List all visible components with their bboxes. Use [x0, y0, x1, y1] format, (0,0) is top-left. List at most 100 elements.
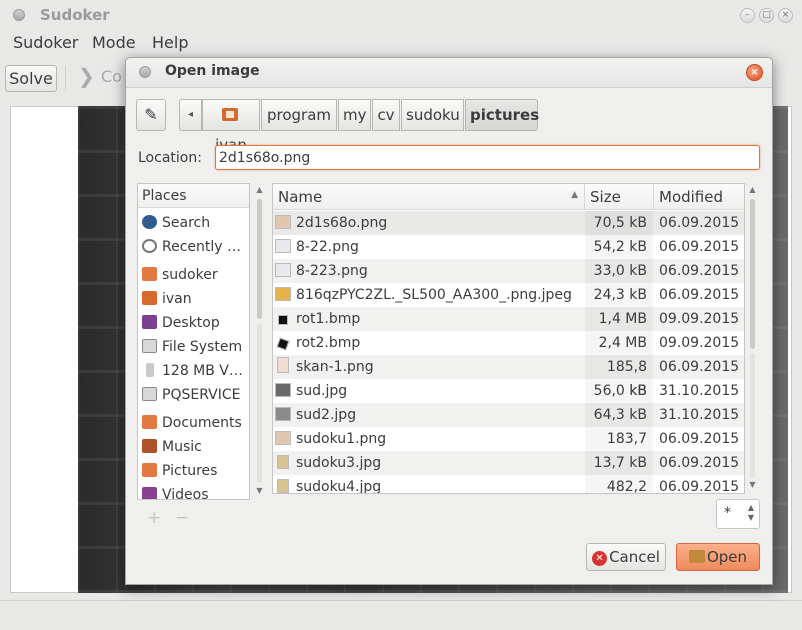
scroll-up-icon[interactable]: ▲: [746, 185, 759, 194]
menu-mode[interactable]: Mode: [92, 33, 136, 52]
window-icon: [13, 9, 25, 21]
documents-folder-icon: [142, 415, 157, 429]
dialog-window-icon: [139, 66, 151, 78]
edit-location-button[interactable]: ✎: [136, 99, 166, 131]
file-row[interactable]: sud.jpg 56,0 kB 31.10.2015: [273, 379, 744, 403]
file-list: Name ▲ Size Modified 2d1s68o.png 70,5 kB…: [272, 183, 745, 494]
path-crumb-sudoku[interactable]: sudoku: [401, 99, 464, 131]
cancel-icon: ✕: [592, 551, 608, 566]
dialog-close-icon[interactable]: ×: [746, 64, 763, 81]
path-crumb-my[interactable]: my: [338, 99, 371, 131]
music-folder-icon: [142, 439, 157, 453]
path-scroll-left-button[interactable]: ◂: [179, 99, 202, 131]
image-thumb-icon: [275, 215, 291, 229]
place-search[interactable]: Search: [138, 211, 249, 235]
videos-folder-icon: [142, 487, 157, 499]
place-sudoker[interactable]: sudoker: [138, 263, 249, 287]
file-row[interactable]: sud2.jpg 64,3 kB 31.10.2015: [273, 403, 744, 427]
menu-help[interactable]: Help: [152, 33, 188, 52]
image-thumb-icon: [277, 357, 289, 373]
place-recently-used[interactable]: Recently …: [138, 235, 249, 259]
file-row[interactable]: 8-223.png 33,0 kB 06.09.2015: [273, 259, 744, 283]
minimize-icon[interactable]: –: [740, 8, 755, 23]
place-music[interactable]: Music: [138, 435, 249, 459]
file-row[interactable]: rot1.bmp 1,4 MB 09.09.2015: [273, 307, 744, 331]
home-folder-icon: [142, 291, 157, 305]
path-crumb-pictures[interactable]: pictures: [465, 99, 539, 131]
image-thumb-icon: [275, 407, 291, 421]
add-place-icon[interactable]: +: [147, 508, 161, 528]
places-scrollbar[interactable]: ▲ ▼: [253, 183, 266, 500]
open-folder-icon: [688, 550, 705, 563]
image-thumb-icon: [275, 287, 291, 301]
image-thumb-icon: [277, 455, 289, 469]
location-input[interactable]: [215, 145, 760, 170]
place-file-system[interactable]: File System: [138, 335, 249, 359]
scroll-down-icon[interactable]: ▼: [253, 486, 266, 495]
sort-ascending-icon: ▲: [571, 190, 578, 200]
places-scroll-track[interactable]: [257, 323, 262, 483]
file-row[interactable]: sudoku3.jpg 13,7 kB 06.09.2015: [273, 451, 744, 475]
image-thumb-icon: [275, 431, 291, 445]
harddisk-icon: [142, 339, 157, 353]
files-scrollbar[interactable]: ▲ ▼: [746, 183, 759, 494]
pencil-icon: ✎: [144, 105, 158, 124]
chevron-right-icon[interactable]: ❯: [78, 64, 95, 88]
file-row[interactable]: 2d1s68o.png 70,5 kB 06.09.2015: [273, 211, 744, 235]
image-thumb-icon: [275, 239, 291, 253]
close-icon[interactable]: ×: [778, 8, 793, 23]
image-thumb-icon: [277, 479, 289, 493]
scroll-down-icon[interactable]: ▼: [746, 480, 759, 489]
files-scroll-track[interactable]: [750, 353, 755, 478]
place-pqservice[interactable]: PQSERVICE: [138, 383, 249, 407]
column-name-header[interactable]: Name ▲: [273, 184, 585, 210]
scroll-up-icon[interactable]: ▲: [253, 185, 266, 194]
image-thumb-icon: [276, 337, 290, 351]
continue-button-label[interactable]: Co: [101, 67, 122, 86]
path-crumb-cv[interactable]: cv: [372, 99, 400, 131]
file-row[interactable]: sudoku1.png 183,7 kB06.09.2015: [273, 427, 744, 471]
search-icon: [142, 215, 157, 229]
place-pictures[interactable]: Pictures: [138, 459, 249, 483]
place-usb-volume[interactable]: 128 MB V…: [138, 359, 249, 383]
solve-button[interactable]: Solve: [5, 65, 57, 92]
usb-drive-icon: [146, 363, 154, 377]
files-scroll-thumb[interactable]: [750, 199, 755, 349]
open-button[interactable]: Open: [676, 543, 760, 571]
column-modified-header[interactable]: Modified: [654, 184, 744, 210]
file-filter-select[interactable]: * ▲ ▼: [716, 499, 760, 529]
remove-place-icon[interactable]: −: [175, 508, 189, 528]
window-title: Sudoker: [40, 6, 110, 24]
updown-arrows-icon: ▲ ▼: [747, 503, 754, 522]
file-row[interactable]: 8-22.png 54,2 kB 06.09.2015: [273, 235, 744, 259]
place-ivan[interactable]: ivan: [138, 287, 249, 311]
main-titlebar: Sudoker – □ ×: [0, 0, 802, 30]
drive-icon: [142, 387, 157, 401]
toolbar-separator: [65, 66, 66, 91]
place-documents[interactable]: Documents: [138, 411, 249, 435]
places-scroll-thumb[interactable]: [257, 199, 262, 319]
clock-icon: [142, 239, 157, 253]
file-row[interactable]: 816qzPYC2ZL._SL500_AA300_.png.jpeg 24,3 …: [273, 283, 744, 307]
menu-sudoker[interactable]: Sudoker: [13, 33, 78, 52]
file-row[interactable]: sudoku4.jpg 482,2 kB06.09.2015: [273, 475, 744, 493]
cancel-button[interactable]: ✕ Cancel: [586, 543, 666, 571]
place-videos[interactable]: Videos: [138, 483, 249, 499]
places-header[interactable]: Places: [138, 184, 249, 208]
desktop-icon: [142, 315, 157, 329]
path-crumb-ivan[interactable]: ivan: [202, 99, 260, 154]
pictures-folder-icon: [142, 463, 157, 477]
image-thumb-icon: [275, 263, 291, 277]
column-size-header[interactable]: Size: [585, 184, 654, 210]
file-row[interactable]: skan-1.png 185,8 kB 06.09.2015: [273, 355, 744, 399]
place-desktop[interactable]: Desktop: [138, 311, 249, 335]
folder-icon: [142, 267, 157, 281]
home-folder-icon: [221, 108, 238, 121]
maximize-icon[interactable]: □: [759, 8, 774, 23]
file-row[interactable]: rot2.bmp 2,4 MB 09.09.2015: [273, 331, 744, 355]
open-image-dialog: Open image × ✎ ◂ ivan program my cv sudo…: [125, 57, 773, 585]
dialog-title: Open image: [165, 63, 260, 79]
path-crumb-program[interactable]: program: [261, 99, 337, 131]
menubar: Sudoker Mode Help: [0, 30, 802, 58]
statusbar: [0, 600, 802, 630]
